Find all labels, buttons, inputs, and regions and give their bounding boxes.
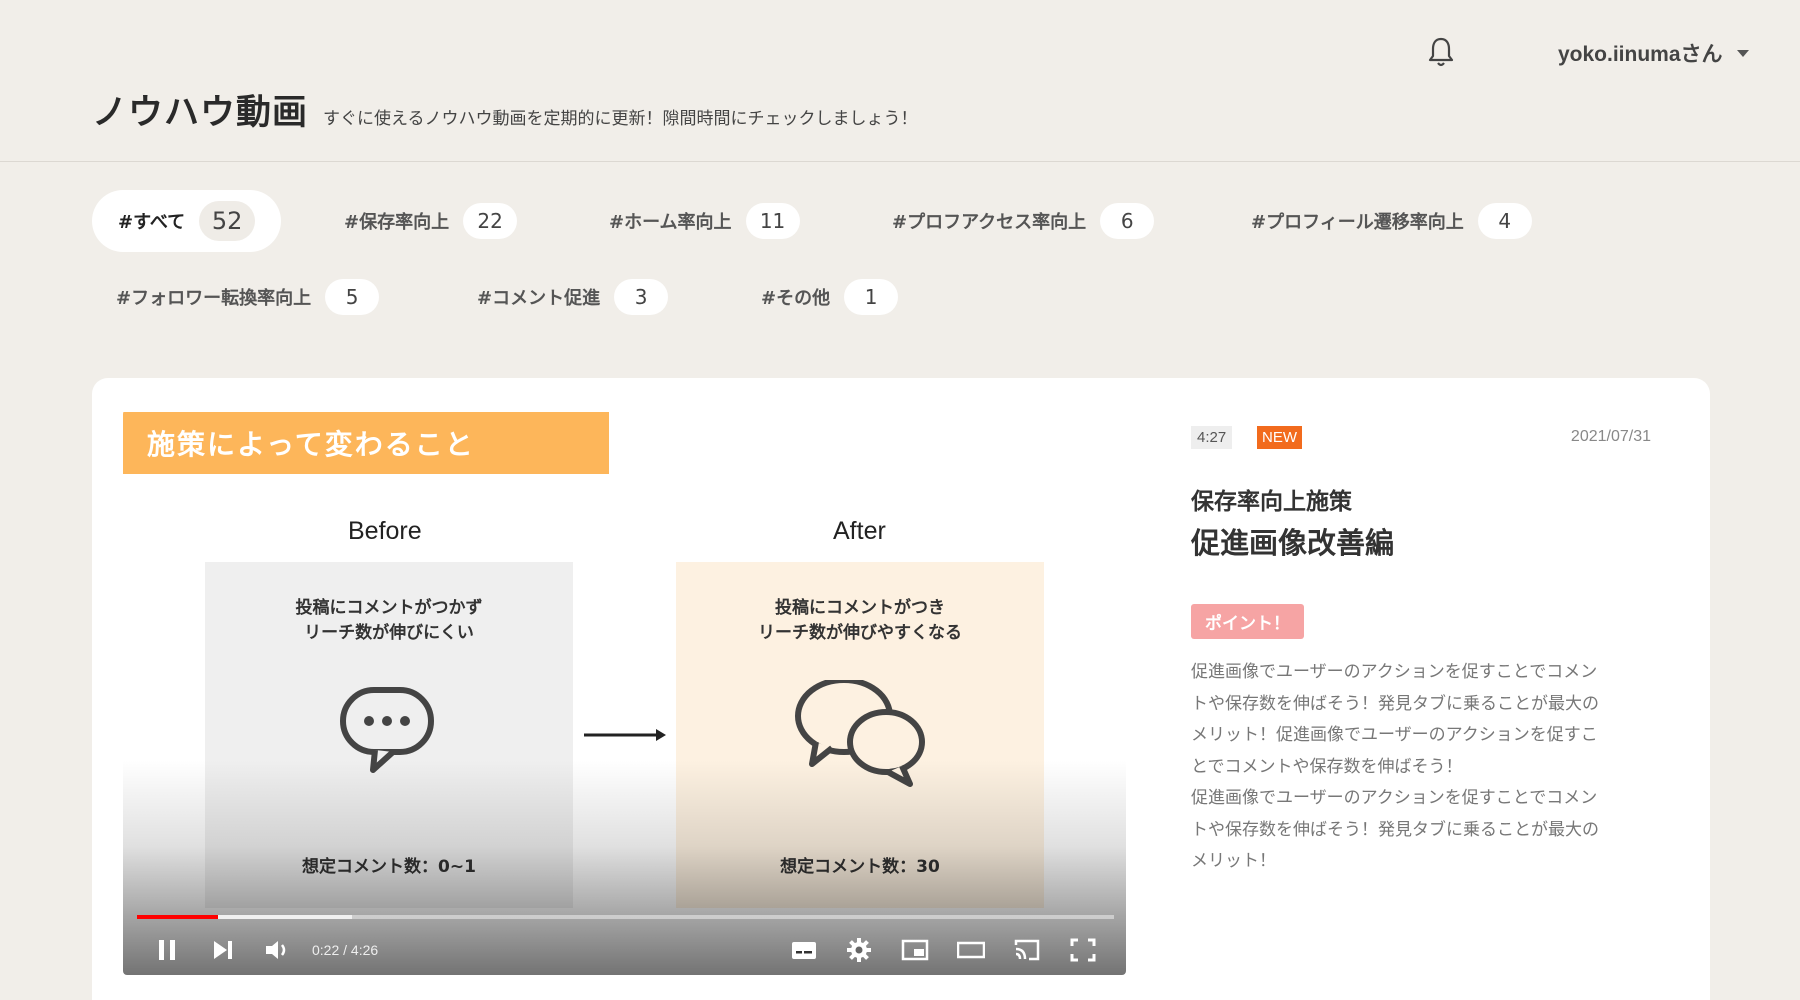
video-card: 施策によって変わること Before After 投稿にコメントがつかず リーチ数… xyxy=(92,378,1710,1000)
duration-badge: 4:27 xyxy=(1191,426,1233,449)
tag-profile-access-rate[interactable]: #プロフアクセス率向上 6 xyxy=(892,190,1155,252)
video-title-line1: 保存率向上施策 xyxy=(1191,489,1352,515)
tag-count: 5 xyxy=(325,279,380,315)
tag-comment-promotion[interactable]: #コメント促進 3 xyxy=(477,266,669,328)
arrow-right-icon xyxy=(584,729,666,741)
tag-count: 52 xyxy=(199,201,256,241)
publish-date: 2021/07/31 xyxy=(1570,428,1651,445)
video-player[interactable]: 施策によって変わること Before After 投稿にコメントがつかず リーチ数… xyxy=(123,410,1126,975)
new-badge: NEW xyxy=(1257,426,1302,449)
tag-follower-conversion-rate[interactable]: #フォロワー転換率向上 5 xyxy=(116,266,380,328)
tag-count: 11 xyxy=(745,203,800,239)
tag-label: #フォロワー転換率向上 xyxy=(116,288,312,309)
top-header: yoko.iinumaさん ノウハウ動画 すぐに使えるノウハウ動画を定期的に更新… xyxy=(0,0,1800,162)
before-text: 投稿にコメントがつかず リーチ数が伸びにくい xyxy=(295,598,483,643)
progress-bar[interactable] xyxy=(137,915,1114,919)
before-label: Before xyxy=(348,517,422,545)
user-name: yoko.iinumaさん xyxy=(1558,43,1723,66)
tag-count: 22 xyxy=(463,203,518,239)
tag-other[interactable]: #その他 1 xyxy=(761,266,899,328)
miniplayer-icon[interactable] xyxy=(901,937,929,963)
pause-icon[interactable] xyxy=(153,937,181,963)
user-menu[interactable]: yoko.iinumaさん xyxy=(1558,38,1749,68)
tag-label: #その他 xyxy=(761,288,831,309)
tag-home-rate[interactable]: #ホーム率向上 11 xyxy=(609,190,800,252)
double-speech-bubble-icon xyxy=(795,680,925,787)
fullscreen-icon[interactable] xyxy=(1069,937,1097,963)
cast-icon[interactable] xyxy=(1013,937,1041,963)
player-controls: 0:22 / 4:26 xyxy=(123,925,1126,975)
subtitles-icon[interactable] xyxy=(790,937,818,963)
tag-count: 1 xyxy=(844,279,899,315)
after-box: 投稿にコメントがつき リーチ数が伸びやすくなる 想定コメント数：30 xyxy=(676,562,1044,908)
tag-label: #保存率向上 xyxy=(344,212,450,233)
slide-banner: 施策によって変わること xyxy=(123,412,609,474)
theater-icon[interactable] xyxy=(957,937,985,963)
settings-icon[interactable] xyxy=(845,937,873,963)
next-icon[interactable] xyxy=(209,937,237,963)
tag-filter-list: #すべて 52 #保存率向上 22 #ホーム率向上 11 #プロフアクセス率向上… xyxy=(92,190,1732,350)
tag-count: 6 xyxy=(1100,203,1155,239)
video-description: 促進画像でユーザーのアクションを促すことでコメン トや保存数を伸ばそう！発見タブ… xyxy=(1191,662,1599,871)
tag-label: #プロフアクセス率向上 xyxy=(892,212,1087,233)
speech-bubble-icon xyxy=(340,687,434,773)
tag-all[interactable]: #すべて 52 xyxy=(92,190,282,252)
caret-down-icon xyxy=(1736,49,1749,57)
tag-save-rate[interactable]: #保存率向上 22 xyxy=(344,190,518,252)
page-subtitle: すぐに使えるノウハウ動画を定期的に更新！隙間時間にチェックしましょう！ xyxy=(323,109,918,129)
after-label: After xyxy=(833,517,886,545)
tag-label: #すべて xyxy=(118,212,186,233)
before-box: 投稿にコメントがつかず リーチ数が伸びにくい 想定コメント数：0~1 xyxy=(205,562,573,908)
before-foot: 想定コメント数：0~1 xyxy=(302,857,476,877)
played-bar xyxy=(137,915,219,919)
point-badge: ポイント！ xyxy=(1191,604,1304,639)
tag-count: 3 xyxy=(614,279,669,315)
time-display: 0:22 / 4:26 xyxy=(312,942,379,958)
page-title: ノウハウ動画 xyxy=(92,93,309,133)
tag-count: 4 xyxy=(1477,203,1532,239)
tag-label: #コメント促進 xyxy=(477,288,601,309)
tag-label: #プロフィール遷移率向上 xyxy=(1251,212,1464,233)
bell-icon[interactable] xyxy=(1426,36,1456,68)
video-title-line2: 促進画像改善編 xyxy=(1191,526,1395,560)
volume-icon[interactable] xyxy=(263,937,291,963)
tag-profile-transition-rate[interactable]: #プロフィール遷移率向上 4 xyxy=(1251,190,1532,252)
after-text: 投稿にコメントがつき リーチ数が伸びやすくなる xyxy=(758,598,962,643)
tag-label: #ホーム率向上 xyxy=(609,212,732,233)
after-foot: 想定コメント数：30 xyxy=(780,857,940,877)
